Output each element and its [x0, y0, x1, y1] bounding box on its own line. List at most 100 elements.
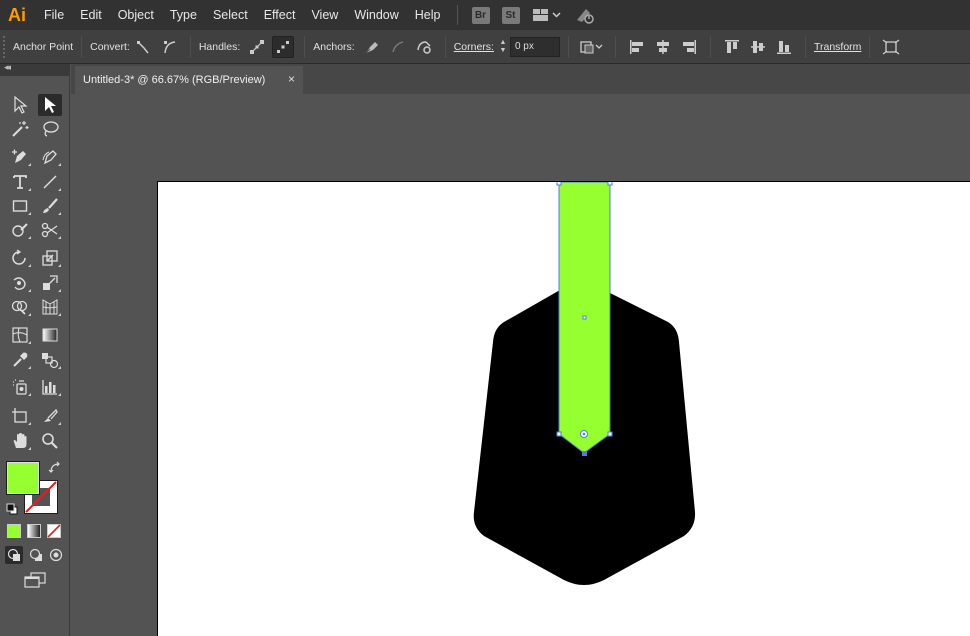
hide-handles-button[interactable] [272, 35, 295, 58]
magic-wand-tool[interactable] [8, 118, 32, 140]
paintbrush-tool[interactable] [38, 195, 62, 217]
free-transform-tool[interactable] [38, 272, 62, 294]
selection-tool[interactable] [8, 94, 32, 116]
control-bar-grip[interactable] [3, 35, 7, 58]
canvas-area[interactable] [71, 94, 970, 636]
corners-stepper[interactable]: ▲ ▼ [498, 37, 508, 57]
anchor-point-top-right[interactable] [607, 182, 613, 186]
draw-behind-icon [29, 548, 42, 561]
convert-to-corner-button[interactable] [132, 36, 154, 58]
puppet-warp-tool[interactable] [8, 272, 32, 294]
align-vcenter-button[interactable] [747, 36, 769, 58]
zoom-tool[interactable] [38, 430, 62, 452]
pen-tool[interactable] [8, 146, 32, 168]
fill-swatch-front[interactable] [6, 461, 40, 495]
blend-icon [42, 353, 59, 369]
mesh-tool[interactable] [8, 324, 32, 346]
menu-effect[interactable]: Effect [256, 0, 304, 30]
line-segment-tool[interactable] [38, 171, 62, 193]
gradient-tool[interactable] [38, 324, 62, 346]
menu-object[interactable]: Object [110, 0, 162, 30]
align-bottom-button[interactable] [773, 36, 795, 58]
swap-arrows-icon [48, 461, 60, 473]
draw-inside-icon [49, 548, 63, 562]
draw-behind-button[interactable] [27, 546, 45, 564]
swap-fill-stroke-button[interactable] [48, 461, 62, 475]
select-similar-button[interactable] [579, 36, 605, 58]
menu-file[interactable]: File [36, 0, 72, 30]
screen-mode-button[interactable] [22, 571, 48, 589]
draw-normal-button[interactable] [5, 546, 23, 564]
arrange-documents-button[interactable] [532, 6, 562, 24]
align-left-button[interactable] [626, 36, 648, 58]
anchor-point-right[interactable] [607, 431, 613, 437]
isolate-object-icon [883, 38, 900, 55]
control-separator [444, 35, 446, 58]
connect-anchors-button[interactable] [387, 36, 409, 58]
show-handles-icon [250, 39, 265, 54]
cut-path-button[interactable] [413, 36, 435, 58]
none-mode-button[interactable] [47, 524, 61, 538]
default-colors-button[interactable] [6, 502, 18, 515]
tools-panel-header[interactable]: ◂◂ [0, 62, 70, 76]
document-tab[interactable]: Untitled-3* @ 66.67% (RGB/Preview) × [75, 66, 303, 94]
shape-builder-tool[interactable] [8, 296, 32, 318]
pen-icon [12, 149, 26, 163]
anchor-point-top-left[interactable] [556, 182, 562, 186]
artboard[interactable] [157, 181, 970, 636]
corners-field[interactable]: 0 px [509, 36, 560, 57]
show-handles-button[interactable] [246, 36, 268, 58]
symbol-sprayer-tool[interactable] [8, 376, 32, 398]
scissors-tool[interactable] [38, 219, 62, 241]
align-right-icon [682, 39, 696, 54]
close-tab-icon[interactable]: × [288, 72, 295, 86]
bridge-button[interactable]: Br [471, 6, 490, 24]
remove-anchor-button[interactable] [361, 36, 383, 58]
artwork-layer [473, 182, 696, 585]
scale-tool[interactable] [38, 247, 62, 269]
corners-label[interactable]: Corners: [454, 41, 494, 53]
menu-select[interactable]: Select [205, 0, 256, 30]
type-tool[interactable] [8, 171, 32, 193]
align-right-button[interactable] [678, 36, 700, 58]
menu-edit[interactable]: Edit [72, 0, 110, 30]
artboard-tool[interactable] [8, 405, 32, 427]
bridge-label: Br [471, 6, 490, 24]
curvature-pen-icon [42, 150, 57, 165]
align-horizontal-center-icon [656, 39, 669, 54]
convert-to-smooth-button[interactable] [158, 36, 180, 58]
isolate-button[interactable] [880, 36, 902, 58]
rotate-tool[interactable] [8, 247, 32, 269]
align-hcenter-button[interactable] [652, 36, 674, 58]
remove-anchor-icon [365, 41, 378, 53]
curvature-tool[interactable] [38, 146, 62, 168]
gradient-mode-button[interactable] [27, 524, 41, 538]
color-mode-button[interactable] [7, 524, 21, 538]
blend-tool[interactable] [38, 349, 62, 371]
align-top-button[interactable] [721, 36, 743, 58]
menu-view[interactable]: View [303, 0, 346, 30]
menu-window[interactable]: Window [346, 0, 406, 30]
slice-tool[interactable] [38, 405, 62, 427]
hand-tool[interactable] [8, 430, 32, 452]
draw-inside-button[interactable] [47, 546, 65, 564]
eyedropper-tool[interactable] [8, 349, 32, 371]
direct-selection-tool[interactable] [38, 94, 62, 116]
sync-settings-button[interactable] [574, 6, 596, 24]
menu-help[interactable]: Help [407, 0, 449, 30]
collapse-panel-icon[interactable]: ◂◂ [4, 62, 11, 73]
anchor-point-left[interactable] [556, 431, 562, 437]
stepper-down-icon[interactable]: ▼ [500, 47, 507, 55]
illustrator-window: Ai File Edit Object Type Select Effect V… [0, 0, 970, 636]
column-graph-tool[interactable] [38, 376, 62, 398]
stepper-up-icon[interactable]: ▲ [500, 39, 507, 47]
app-logo: Ai [8, 4, 26, 25]
stock-button[interactable]: St [501, 6, 520, 24]
anchor-point-bottom-selected[interactable] [582, 451, 587, 456]
shaper-tool[interactable] [8, 219, 32, 241]
perspective-grid-tool[interactable] [38, 296, 62, 318]
menu-type[interactable]: Type [162, 0, 205, 30]
rectangle-tool[interactable] [8, 195, 32, 217]
lasso-tool[interactable] [38, 118, 62, 140]
transform-link[interactable]: Transform [814, 41, 861, 53]
